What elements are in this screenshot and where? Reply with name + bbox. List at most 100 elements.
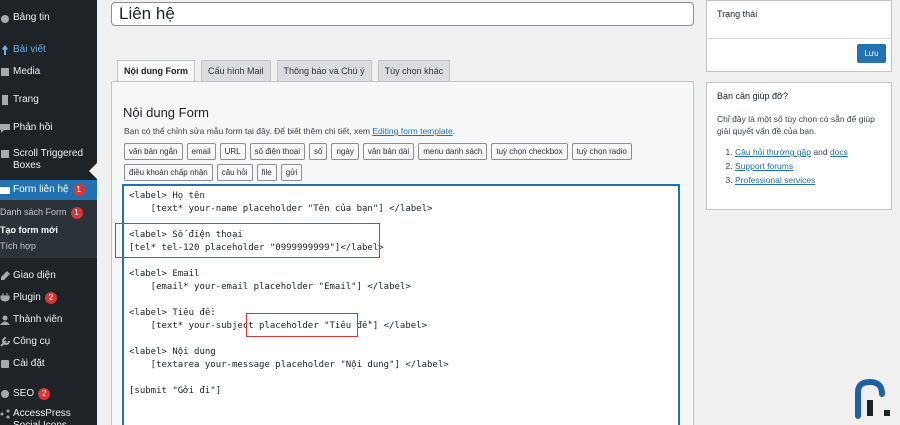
status-divider <box>707 38 891 39</box>
submenu-label: Danh sách Form <box>0 207 67 217</box>
notification-badge: 1 <box>72 184 85 196</box>
menu-label: AccessPress Social Icons <box>13 408 71 425</box>
status-heading: Trạng thái <box>717 9 758 19</box>
tag-file-button[interactable]: file <box>256 164 277 181</box>
box-icon <box>0 148 11 160</box>
submenu-new-form[interactable]: Tạo form mới <box>0 222 97 238</box>
menu-pages[interactable]: Trang <box>0 90 97 110</box>
menu-label-wrap: SEO 2 <box>13 388 93 400</box>
watermark-logo-icon <box>855 378 890 419</box>
highlight-phone-field <box>115 223 380 258</box>
menu-label: Cài đặt <box>13 358 45 369</box>
menu-comments[interactable]: Phản hồi <box>0 118 97 138</box>
submenu-integration[interactable]: Tích hợp <box>0 238 97 254</box>
description-text: Bạn có thể chỉnh sửa mẫu form tại đây. Đ… <box>124 126 373 136</box>
contact-form-submenu: Danh sách Form 1 Tạo form mới Tích hợp <box>0 200 97 258</box>
menu-seo[interactable]: SEO 2 <box>0 384 97 404</box>
dashboard-icon <box>0 12 11 24</box>
tag-text-button[interactable]: văn bản ngắn <box>124 143 183 160</box>
help-item: Câu hỏi thường gặp and docs <box>735 147 881 157</box>
menu-label: Trang <box>13 94 39 105</box>
help-item: Support forums <box>735 161 881 171</box>
menu-posts[interactable]: Bài viết <box>0 40 97 60</box>
tab-messages[interactable]: Thông báo và Chú ý <box>276 60 372 82</box>
status-box: Trạng thái Lưu <box>706 0 892 72</box>
menu-label: Plugin <box>13 292 41 303</box>
menu-label: Media <box>13 66 41 77</box>
tag-email-button[interactable]: email <box>186 143 216 160</box>
menu-dashboard[interactable]: Bảng tin <box>0 8 97 28</box>
form-template-editor[interactable]: <label> Họ tên [text* your-name placehol… <box>123 185 679 425</box>
menu-label: Bài viết <box>13 44 46 55</box>
comment-icon <box>0 122 11 134</box>
menu-tools[interactable]: Công cụ <box>0 332 97 352</box>
menu-settings[interactable]: Cài đặt <box>0 354 97 374</box>
wrench-icon <box>0 336 11 348</box>
menu-accesspress[interactable]: AccessPress Social Icons <box>0 404 97 425</box>
submenu-form-list[interactable]: Danh sách Form 1 <box>0 204 97 222</box>
tag-quiz-button[interactable]: câu hỏi <box>216 164 253 181</box>
notification-badge: 2 <box>44 292 57 304</box>
menu-label-wrap: Plugin 2 <box>13 292 93 304</box>
help-box: Bạn cần giúp đỡ? Chỉ đây là một số tùy c… <box>706 82 892 210</box>
docs-link[interactable]: docs <box>830 147 848 157</box>
tab-form-content[interactable]: Nội dung Form <box>117 60 195 82</box>
editing-form-template-link[interactable]: Editing form template <box>372 126 452 136</box>
tag-checkbox-button[interactable]: tuỳ chọn checkbox <box>491 143 568 160</box>
tag-submit-button[interactable]: gửi <box>280 164 303 181</box>
tag-number-button[interactable]: số <box>309 143 328 160</box>
plugin-icon <box>0 292 11 304</box>
and-text: and <box>811 147 830 157</box>
tag-generator-buttons: văn bản ngắn email URL số điện thoại số … <box>124 143 684 185</box>
help-item: Professional services <box>735 175 881 185</box>
help-list: Câu hỏi thường gặp and docs Support foru… <box>717 147 881 185</box>
menu-users[interactable]: Thành viên <box>0 310 97 330</box>
pin-icon <box>0 44 11 56</box>
notification-badge: 2 <box>38 388 51 400</box>
support-forums-link[interactable]: Support forums <box>735 161 793 171</box>
tag-url-button[interactable]: URL <box>219 143 246 160</box>
description-end: . <box>452 126 456 136</box>
brush-icon <box>0 270 11 282</box>
help-heading: Bạn cần giúp đỡ? <box>717 91 788 101</box>
highlight-placeholder <box>246 313 358 337</box>
menu-label: Bảng tin <box>13 12 50 23</box>
tag-tel-button[interactable]: số điện thoại <box>249 143 306 160</box>
panel-heading: Nội dung Form <box>123 105 209 120</box>
settings-icon <box>0 358 11 370</box>
tab-additional-settings[interactable]: Tùy chọn khác <box>377 60 451 82</box>
faq-link[interactable]: Câu hỏi thường gặp <box>735 147 811 157</box>
media-icon <box>0 66 11 78</box>
help-text: Chỉ đây là một số tùy chọn có sẵn để giú… <box>717 114 875 136</box>
menu-label: Giao diện <box>13 270 56 281</box>
active-menu-arrow <box>89 163 97 179</box>
tag-textarea-button[interactable]: văn bản dài <box>362 143 415 160</box>
admin-sidebar: Bảng tin Bài viết Media Trang Phản hồi S… <box>0 0 97 425</box>
tag-acceptance-button[interactable]: điều khoản chấp nhận <box>124 164 213 181</box>
menu-plugins[interactable]: Plugin 2 <box>0 288 97 308</box>
tag-select-button[interactable]: menu danh sách <box>418 143 488 160</box>
tag-radio-button[interactable]: tuỳ chọn radio <box>571 143 632 160</box>
panel-description: Bạn có thể chỉnh sửa mẫu form tại đây. Đ… <box>124 126 455 136</box>
page-icon <box>0 94 11 106</box>
menu-label: Công cụ <box>13 336 51 347</box>
mail-icon <box>0 184 11 196</box>
menu-label-wrap: Form liên hệ 1 <box>13 184 93 196</box>
menu-label: Form liên hệ <box>13 184 69 195</box>
form-title-input[interactable] <box>111 2 694 26</box>
tag-date-button[interactable]: ngày <box>331 143 359 160</box>
share-icon <box>0 408 11 420</box>
menu-label: SEO <box>13 388 35 399</box>
menu-scroll-triggered-boxes[interactable]: Scroll Triggered Boxes <box>0 144 97 176</box>
menu-media[interactable]: Media <box>0 62 97 82</box>
save-button[interactable]: Lưu <box>857 44 886 63</box>
menu-label: Thành viên <box>13 314 63 325</box>
tab-mail-config[interactable]: Cấu hình Mail <box>201 60 271 82</box>
professional-services-link[interactable]: Professional services <box>735 175 815 185</box>
notification-badge: 1 <box>70 207 83 219</box>
menu-contact-form[interactable]: Form liên hệ 1 <box>0 180 97 200</box>
user-icon <box>0 314 11 326</box>
seo-icon <box>0 388 11 400</box>
menu-appearance[interactable]: Giao diện <box>0 266 97 286</box>
menu-label: Scroll Triggered Boxes <box>13 148 84 171</box>
